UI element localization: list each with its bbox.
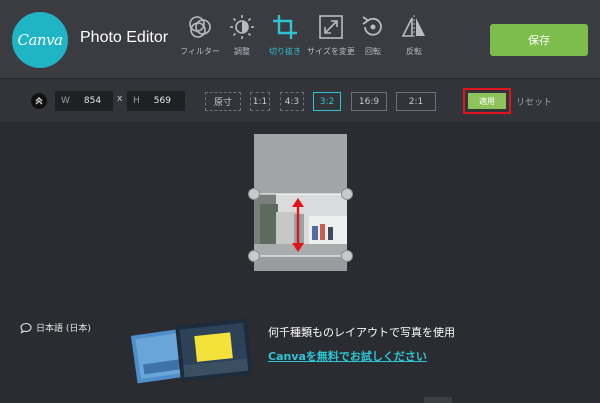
- flip-icon: [401, 15, 425, 39]
- crop-toolbar: W 854 x H 569 原寸 1:1 4:3 3:2 16:9 2:1 適用…: [0, 78, 600, 122]
- crop-handle-bottom-right[interactable]: [341, 250, 353, 262]
- height-value: 569: [153, 96, 171, 106]
- crop-handle-top-left[interactable]: [248, 188, 260, 200]
- language-label: 日本語 (日本): [36, 324, 91, 334]
- photo-image: [254, 134, 347, 271]
- chevron-up-icon: [35, 97, 43, 105]
- ratio-1-1-button[interactable]: 1:1: [250, 92, 270, 111]
- width-value: 854: [83, 96, 102, 106]
- tool-crop-label: 切り抜き: [269, 47, 301, 56]
- apply-button[interactable]: 適用: [468, 93, 506, 109]
- height-field[interactable]: H 569: [127, 91, 185, 111]
- ratio-3-2-button[interactable]: 3:2: [313, 92, 341, 111]
- width-field[interactable]: W 854: [55, 91, 113, 111]
- promo-image: [130, 318, 252, 384]
- filter-circles-icon: [189, 16, 211, 38]
- width-label: W: [61, 96, 70, 106]
- speech-bubble-icon: [20, 322, 32, 334]
- collapse-toolbar-button[interactable]: [31, 93, 47, 109]
- promo-text: 何千種類ものレイアウトで写真を使用: [268, 326, 455, 339]
- scrollbar-thumb[interactable]: [424, 397, 452, 403]
- app-title: Photo Editor: [80, 29, 169, 46]
- language-selector[interactable]: 日本語 (日本): [20, 321, 91, 334]
- ratio-2-1-button[interactable]: 2:1: [396, 92, 436, 111]
- height-label: H: [133, 96, 140, 106]
- brightness-sun-icon: [230, 15, 254, 39]
- top-bar: Canva Photo Editor フィルター 調整 切り抜き サイズを変更 …: [0, 0, 600, 78]
- crop-handle-bottom-left[interactable]: [248, 250, 260, 262]
- rotate-icon: [362, 16, 382, 36]
- crop-handle-top-right[interactable]: [341, 188, 353, 200]
- tool-adjust-label: 調整: [234, 47, 250, 56]
- reset-link[interactable]: リセット: [516, 95, 552, 108]
- dimension-separator: x: [117, 94, 123, 104]
- crop-icon: [273, 15, 297, 39]
- ratio-4-3-button[interactable]: 4:3: [280, 92, 304, 111]
- resize-arrows-icon: [319, 15, 343, 39]
- ratio-16-9-button[interactable]: 16:9: [351, 92, 387, 111]
- save-button[interactable]: 保存: [490, 24, 588, 56]
- logo-text: Canva: [17, 31, 64, 49]
- photo-preview: [254, 134, 347, 271]
- tool-flip-label: 反転: [406, 47, 422, 56]
- try-canva-link[interactable]: Canvaを無料でお試しください: [268, 348, 427, 364]
- tool-rotate-label: 回転: [365, 47, 381, 56]
- ratio-original-button[interactable]: 原寸: [205, 92, 241, 111]
- canva-logo[interactable]: Canva: [12, 12, 68, 68]
- apply-highlight-box: 適用: [463, 88, 511, 114]
- tool-flip[interactable]: 反転: [386, 14, 442, 66]
